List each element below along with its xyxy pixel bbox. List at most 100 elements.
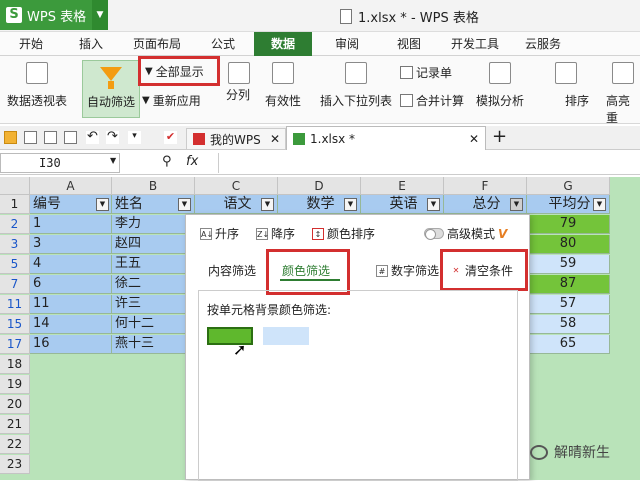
header-cell-chinese[interactable]: 语文 ▼ xyxy=(195,195,278,214)
tab-number-filter[interactable]: # 数字筛选 xyxy=(376,262,439,279)
sort-button[interactable]: 排序 xyxy=(540,62,592,109)
select-all-corner[interactable] xyxy=(0,177,30,195)
column-header-e[interactable]: E xyxy=(361,177,444,195)
split-button[interactable]: 分列 xyxy=(226,86,250,103)
column-header-g[interactable]: G xyxy=(527,177,610,195)
filter-dropdown-icon[interactable]: ▼ xyxy=(96,198,109,211)
filter-dropdown-icon[interactable]: ▼ xyxy=(344,198,357,211)
header-cell-name[interactable]: 姓名 ▼ xyxy=(112,195,195,214)
row-header[interactable]: 19 xyxy=(0,375,30,394)
print-icon[interactable] xyxy=(64,131,77,144)
row-header[interactable]: 7 xyxy=(0,275,30,294)
merge-calc-button[interactable]: 合并计算 xyxy=(400,92,464,109)
filter-dropdown-icon[interactable]: ▼ xyxy=(427,198,440,211)
cell-id[interactable]: 4 xyxy=(30,255,112,274)
add-tab-button[interactable]: + xyxy=(492,126,507,147)
cell-average[interactable]: 59 xyxy=(527,255,610,274)
row-header[interactable]: 3 xyxy=(0,235,30,254)
simulate-button[interactable]: 模拟分析 xyxy=(474,62,526,109)
row-header[interactable]: 15 xyxy=(0,315,30,334)
chevron-down-icon[interactable]: ▼ xyxy=(92,0,108,30)
more-icon[interactable]: ▾ xyxy=(128,131,141,144)
cell-id[interactable]: 11 xyxy=(30,295,112,314)
save-icon[interactable] xyxy=(24,131,37,144)
tab-data[interactable]: 数据 xyxy=(254,32,312,56)
toggle-switch[interactable] xyxy=(424,228,444,240)
show-all-button[interactable]: ▼ 全部显示 xyxy=(138,56,220,86)
validity-button[interactable]: 有效性 xyxy=(262,62,304,109)
tab-review[interactable]: 审阅 xyxy=(322,32,372,56)
cell-average[interactable]: 79 xyxy=(527,215,610,234)
color-sort-button[interactable]: ↕ 颜色排序 xyxy=(312,225,375,242)
insert-dropdown-button[interactable]: 插入下拉列表 xyxy=(318,62,394,109)
row-header[interactable]: 20 xyxy=(0,395,30,414)
cell-name[interactable]: 李力 xyxy=(112,215,195,234)
fx-button[interactable]: fx xyxy=(186,154,198,169)
column-header-b[interactable]: B xyxy=(112,177,195,195)
cell-id[interactable]: 1 xyxy=(30,215,112,234)
tab-view[interactable]: 视图 xyxy=(384,32,434,56)
cell-average[interactable]: 57 xyxy=(527,295,610,314)
tab-cloud[interactable]: 云服务 xyxy=(516,32,570,56)
cell-average[interactable]: 65 xyxy=(527,335,610,354)
header-cell-total[interactable]: 总分 ▼ xyxy=(444,195,527,214)
folder-icon[interactable] xyxy=(4,131,17,144)
row-header[interactable]: 5 xyxy=(0,255,30,274)
row-header[interactable]: 18 xyxy=(0,355,30,374)
tab-color-filter[interactable]: 颜色筛选 xyxy=(282,262,330,279)
column-header-c[interactable]: C xyxy=(195,177,278,195)
print-preview-icon[interactable] xyxy=(44,131,57,144)
filter-dropdown-icon[interactable]: ▼ xyxy=(261,198,274,211)
header-cell-id[interactable]: 编号 ▼ xyxy=(30,195,112,214)
close-icon[interactable]: ✕ xyxy=(270,132,280,146)
formula-input[interactable] xyxy=(218,153,638,173)
close-icon[interactable]: ✕ xyxy=(469,132,479,146)
row-header[interactable]: 21 xyxy=(0,415,30,434)
tab-start[interactable]: 开始 xyxy=(6,32,56,56)
header-cell-average[interactable]: 平均分 ▼ xyxy=(527,195,610,214)
cell-name[interactable]: 赵四 xyxy=(112,235,195,254)
cell-id[interactable]: 16 xyxy=(30,335,112,354)
cell-average[interactable]: 80 xyxy=(527,235,610,254)
cell-id[interactable]: 6 xyxy=(30,275,112,294)
active-filter-icon[interactable]: ▼ xyxy=(510,198,523,211)
chevron-down-icon[interactable]: ▼ xyxy=(110,156,116,165)
row-header[interactable]: 11 xyxy=(0,295,30,314)
filter-dropdown-icon[interactable]: ▼ xyxy=(178,198,191,211)
pivot-table-button[interactable]: 数据透视表 xyxy=(6,62,68,109)
cell-name[interactable]: 徐二 xyxy=(112,275,195,294)
row-header[interactable]: 17 xyxy=(0,335,30,354)
sort-ascending-button[interactable]: A↓ 升序 xyxy=(200,225,239,242)
app-menu-button[interactable]: S WPS 表格 ▼ xyxy=(0,0,108,30)
redo-icon[interactable]: ↷ xyxy=(106,130,119,144)
header-cell-math[interactable]: 数学 ▼ xyxy=(278,195,361,214)
tab-page-layout[interactable]: 页面布局 xyxy=(124,32,190,56)
cell-average[interactable]: 58 xyxy=(527,315,610,334)
tab-insert[interactable]: 插入 xyxy=(66,32,116,56)
auto-filter-button[interactable]: 自动筛选 xyxy=(82,60,140,118)
color-swatch-light-blue[interactable] xyxy=(263,327,309,345)
sort-descending-button[interactable]: Z↓ 降序 xyxy=(256,225,295,242)
column-header-d[interactable]: D xyxy=(278,177,361,195)
row-header[interactable]: 23 xyxy=(0,455,30,474)
highlight-dup-button[interactable]: 高亮重 xyxy=(606,62,640,126)
tab-file[interactable]: 1.xlsx * ✕ xyxy=(286,126,486,150)
record-button[interactable]: 记录单 xyxy=(400,64,452,81)
cell-id[interactable]: 3 xyxy=(30,235,112,254)
zoom-icon[interactable]: ⚲ xyxy=(162,154,172,169)
filter-dropdown-icon[interactable]: ▼ xyxy=(593,198,606,211)
tab-developer[interactable]: 开发工具 xyxy=(442,32,508,56)
tab-formula[interactable]: 公式 xyxy=(200,32,246,56)
row-header[interactable]: 1 xyxy=(0,195,30,214)
row-header[interactable]: 22 xyxy=(0,435,30,454)
row-header[interactable]: 2 xyxy=(0,215,30,234)
cell-name[interactable]: 燕十三 xyxy=(112,335,195,354)
cell-name[interactable]: 何十二 xyxy=(112,315,195,334)
column-header-f[interactable]: F xyxy=(444,177,527,195)
advanced-mode-toggle[interactable]: 高级模式 V xyxy=(424,225,507,242)
clear-conditions-button[interactable]: ✕ 清空条件 xyxy=(450,262,513,279)
tab-content-filter[interactable]: 内容筛选 xyxy=(208,262,256,279)
name-box[interactable]: I30 xyxy=(0,153,120,173)
cell-name[interactable]: 许三 xyxy=(112,295,195,314)
cell-id[interactable]: 14 xyxy=(30,315,112,334)
